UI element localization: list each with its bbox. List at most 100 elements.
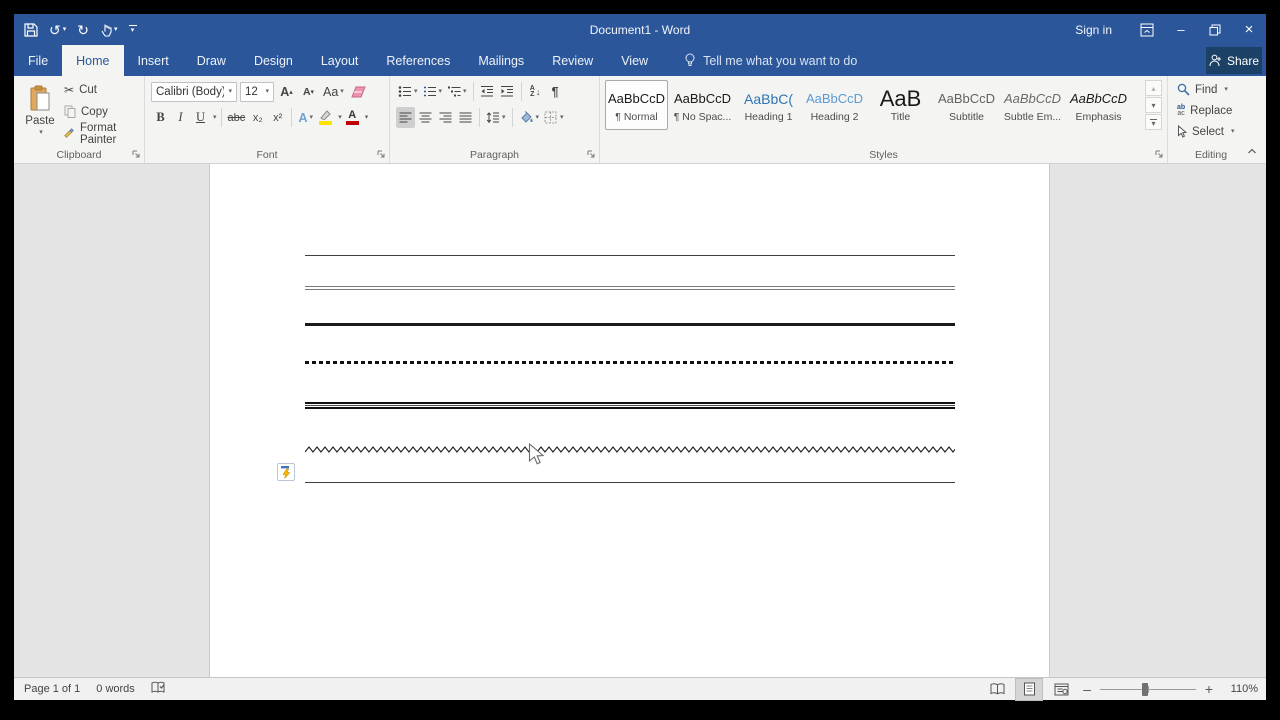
text-effects-button[interactable]: A ▾ (296, 107, 315, 128)
strikethrough-button[interactable]: abc (226, 107, 248, 128)
select-button[interactable]: Select ▾ (1177, 122, 1234, 141)
save-button[interactable] (24, 22, 38, 37)
collapse-ribbon-button[interactable] (1244, 144, 1260, 158)
undo-button[interactable]: ↺ ▾ (49, 23, 66, 37)
tab-mailings[interactable]: Mailings (464, 45, 538, 76)
style-card-heading2[interactable]: AaBbCcD Heading 2 (803, 80, 866, 130)
font-color-dropdown-icon[interactable]: ▾ (365, 114, 369, 121)
styles-dialog-launcher[interactable] (1153, 148, 1164, 159)
style-card-title[interactable]: AaB Title (869, 80, 932, 130)
tab-layout[interactable]: Layout (307, 45, 373, 76)
pilcrow-icon: ¶ (551, 84, 559, 99)
style-card-subtle-emphasis[interactable]: AaBbCcD Subtle Em... (1001, 80, 1064, 130)
style-card-no-spacing[interactable]: AaBbCcD ¶ No Spac... (671, 80, 734, 130)
redo-button[interactable]: ↻ (77, 23, 89, 37)
style-card-heading1[interactable]: AaBbC( Heading 1 (737, 80, 800, 130)
zoom-slider-thumb[interactable] (1142, 682, 1149, 696)
align-center-button[interactable] (416, 107, 435, 128)
italic-button[interactable]: I (171, 107, 190, 128)
tab-references[interactable]: References (372, 45, 464, 76)
cut-button[interactable]: ✂ Cut (64, 80, 144, 99)
bold-button[interactable]: B (151, 107, 170, 128)
copy-button[interactable]: Copy (64, 102, 144, 121)
paragraph-dialog-launcher[interactable] (585, 148, 596, 159)
word-count-status[interactable]: 0 words (96, 683, 135, 695)
align-right-button[interactable] (436, 107, 455, 128)
dialog-launcher-icon (377, 150, 384, 157)
tab-home[interactable]: Home (62, 45, 124, 76)
share-person-icon (1209, 54, 1221, 67)
subscript-button[interactable]: x₂ (248, 107, 267, 128)
arrow-cursor-icon (528, 442, 545, 465)
style-card-subtitle[interactable]: AaBbCcD Subtitle (935, 80, 998, 130)
styles-scroll-down-button[interactable]: ▾ (1145, 97, 1162, 113)
tab-file[interactable]: File (14, 45, 62, 76)
document-page[interactable] (209, 164, 1050, 677)
increase-indent-button[interactable] (498, 81, 517, 102)
superscript-button[interactable]: x² (268, 107, 287, 128)
show-hide-pilcrow-button[interactable]: ¶ (546, 81, 565, 102)
highlight-dropdown-icon[interactable]: ▾ (338, 114, 342, 121)
zoom-in-button[interactable]: + (1202, 681, 1216, 697)
tab-review[interactable]: Review (538, 45, 607, 76)
close-button[interactable]: × (1232, 14, 1266, 45)
font-size-combo[interactable]: 12 ▾ (240, 81, 274, 102)
restore-button[interactable] (1198, 14, 1232, 45)
zoom-percentage[interactable]: 110% (1222, 683, 1258, 695)
read-mode-button[interactable] (984, 679, 1010, 700)
clear-formatting-button[interactable] (349, 81, 368, 102)
styles-scroll-up-button[interactable]: ▴ (1145, 80, 1162, 96)
multilevel-list-button[interactable]: ▾ (445, 81, 469, 102)
page-count-status[interactable]: Page 1 of 1 (24, 683, 80, 695)
style-card-normal[interactable]: AaBbCcD ¶ Normal (605, 80, 668, 130)
line-spacing-icon (486, 111, 499, 123)
shrink-font-button[interactable]: A ▾ (299, 81, 318, 102)
font-dialog-launcher[interactable] (375, 148, 386, 159)
print-layout-button[interactable] (1015, 677, 1043, 701)
paste-label: Paste (25, 115, 55, 127)
minimize-button[interactable]: – (1164, 14, 1198, 45)
tab-view[interactable]: View (607, 45, 662, 76)
tab-design[interactable]: Design (240, 45, 307, 76)
tab-insert[interactable]: Insert (124, 45, 183, 76)
style-card-emphasis[interactable]: AaBbCcD Emphasis (1067, 80, 1130, 130)
wavy-line (304, 441, 962, 453)
bullets-button[interactable]: ▾ (396, 81, 420, 102)
change-case-button[interactable]: Aa ▾ (321, 81, 346, 102)
web-layout-button[interactable] (1048, 679, 1074, 700)
borders-button[interactable]: ▾ (542, 107, 566, 128)
sort-button[interactable]: AZ ↓ (526, 81, 545, 102)
font-color-button[interactable]: A (343, 107, 362, 128)
touch-mouse-mode-button[interactable]: ▾ (100, 23, 118, 37)
underline-dropdown-icon[interactable]: ▾ (213, 114, 217, 121)
customize-quick-access-toolbar-button[interactable]: ▾ (128, 25, 137, 34)
cut-label: Cut (79, 83, 97, 96)
proofing-status-button[interactable] (151, 681, 166, 697)
clipboard-dialog-launcher[interactable] (130, 148, 141, 159)
align-left-button[interactable] (396, 107, 415, 128)
format-painter-button[interactable]: Format Painter (64, 122, 144, 146)
paste-button[interactable]: Paste ▾ (19, 79, 61, 157)
share-button[interactable]: Share (1206, 47, 1262, 74)
autocorrect-options-button[interactable] (277, 463, 295, 481)
tell-me-box[interactable]: Tell me what you want to do (684, 45, 857, 76)
editing-group: Find ▾ ab ac Replace Select ▾ Editing (1168, 76, 1254, 163)
sign-in-button[interactable]: Sign in (1057, 14, 1130, 45)
grow-font-button[interactable]: A ▴ (277, 81, 296, 102)
zoom-out-button[interactable]: – (1080, 681, 1094, 697)
ribbon-display-options-button[interactable] (1130, 14, 1164, 45)
justify-button[interactable] (456, 107, 475, 128)
decrease-indent-button[interactable] (478, 81, 497, 102)
tab-draw[interactable]: Draw (183, 45, 240, 76)
document-canvas[interactable] (14, 164, 1266, 677)
numbering-button[interactable]: ▾ (421, 81, 445, 102)
zoom-slider[interactable] (1100, 679, 1196, 700)
line-spacing-button[interactable]: ▾ (484, 107, 508, 128)
styles-gallery-more-button[interactable]: ▾ (1145, 114, 1162, 130)
highlight-color-button[interactable] (316, 107, 335, 128)
replace-button[interactable]: ab ac Replace (1177, 101, 1234, 120)
shading-button[interactable]: ▾ (517, 107, 542, 128)
find-button[interactable]: Find ▾ (1177, 80, 1234, 99)
underline-button[interactable]: U (191, 107, 210, 128)
font-name-combo[interactable]: Calibri (Body) ▾ (151, 81, 237, 102)
